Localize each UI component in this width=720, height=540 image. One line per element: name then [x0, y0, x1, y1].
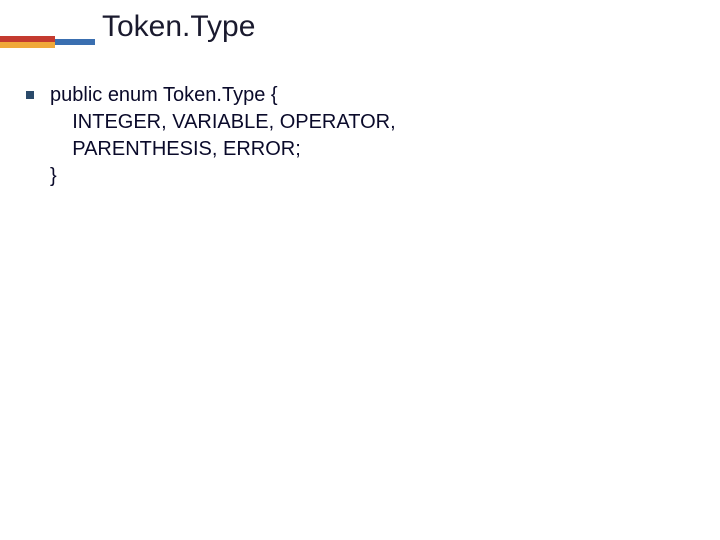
code-line-1: public enum Token.Type {	[50, 84, 278, 106]
content-area: public enum Token.Type { INTEGER, VARIAB…	[26, 82, 396, 190]
bullet-icon	[26, 91, 34, 99]
accent-blue	[55, 39, 95, 45]
code-line-2: INTEGER, VARIABLE, OPERATOR,	[50, 111, 396, 133]
code-block: public enum Token.Type { INTEGER, VARIAB…	[50, 82, 396, 190]
accent-yellow	[0, 42, 55, 48]
code-line-4: }	[50, 165, 57, 187]
slide-title: Token.Type	[102, 10, 255, 44]
code-line-3: PARENTHESIS, ERROR;	[50, 138, 301, 160]
